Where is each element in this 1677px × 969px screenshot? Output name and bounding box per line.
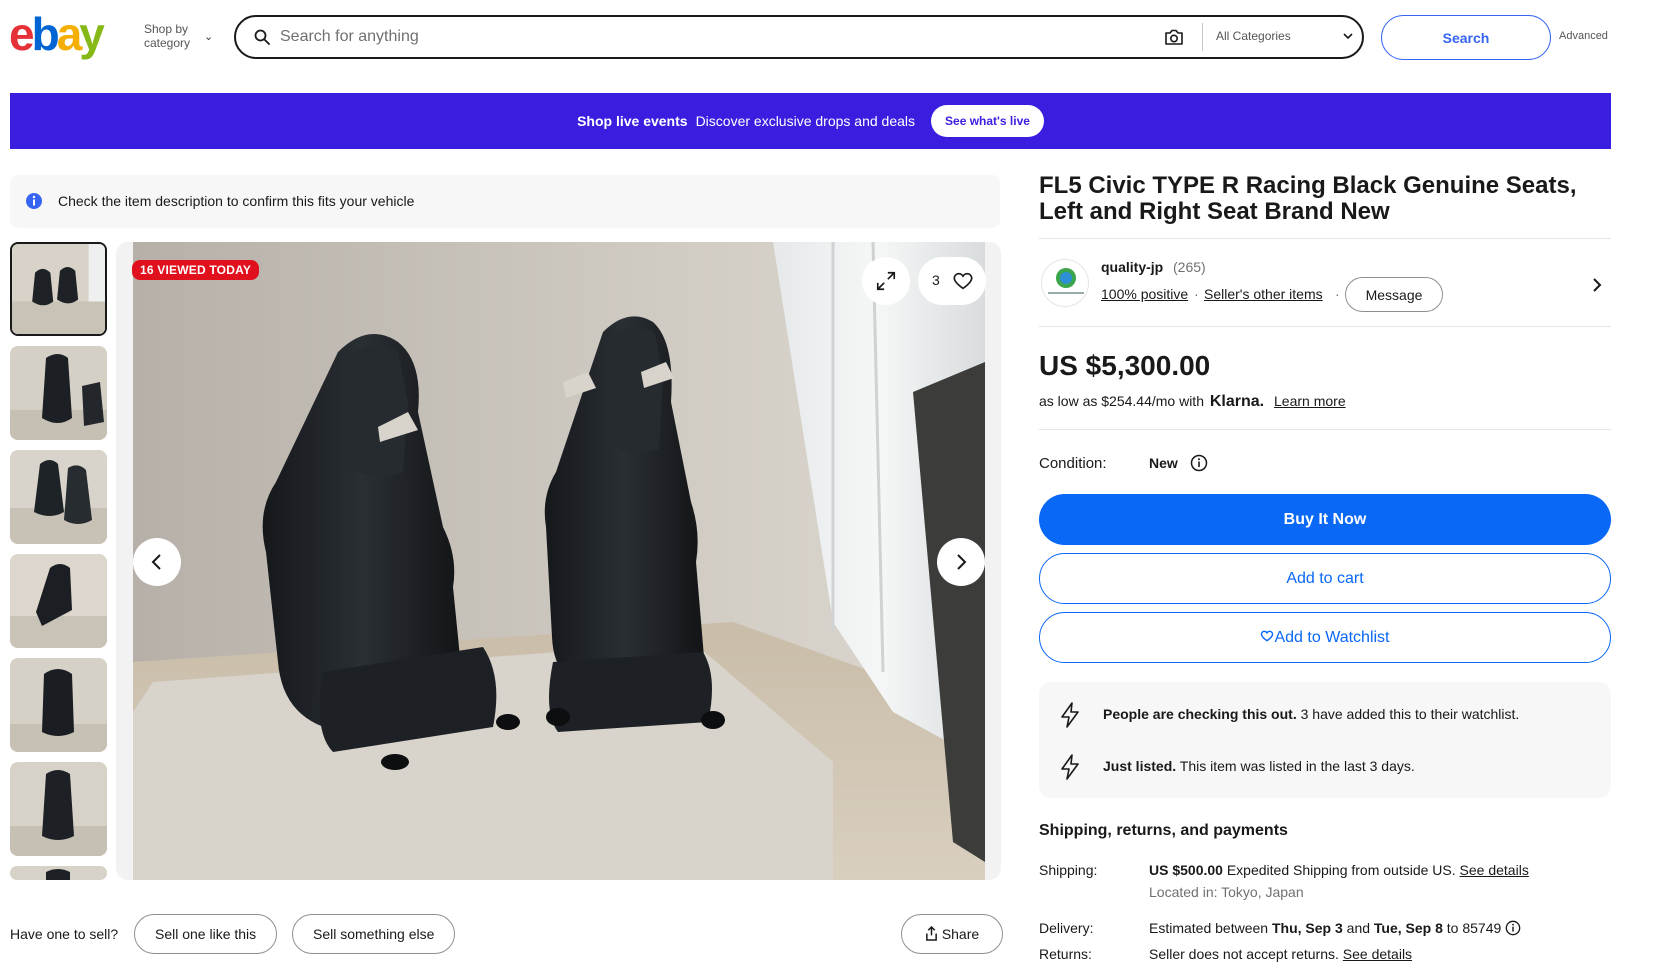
shipping-heading: Shipping, returns, and payments	[1039, 822, 1288, 839]
sell-something-else-button[interactable]: Sell something else	[292, 914, 456, 954]
category-divider	[1202, 23, 1203, 51]
search-input[interactable]	[280, 23, 1040, 51]
seat-photo	[133, 242, 985, 880]
signal-just-listed: Just listed. This item was listed in the…	[1103, 758, 1415, 774]
heart-icon	[953, 272, 973, 290]
shop-by-category-label: Shop by category	[144, 22, 191, 50]
seat-thumbnail-image	[10, 658, 107, 752]
condition-label: Condition:	[1039, 455, 1107, 472]
seat-thumbnail-image	[10, 762, 107, 856]
thumbnail-2[interactable]	[10, 346, 107, 440]
advanced-search-link[interactable]: Advanced	[1559, 30, 1608, 42]
seller-avatar[interactable]	[1041, 259, 1089, 307]
live-events-banner: Shop live events Discover exclusive drop…	[10, 93, 1611, 149]
klarna-learn-more-link[interactable]: Learn more	[1274, 393, 1346, 409]
returns-value: Seller does not accept returns. See deta…	[1149, 946, 1413, 962]
shipping-see-details-link[interactable]: See details	[1460, 862, 1529, 878]
separator-dot: ·	[1335, 286, 1340, 302]
next-image-button[interactable]	[937, 538, 985, 586]
search-icon	[254, 29, 270, 45]
share-button[interactable]: Share	[901, 914, 1003, 954]
info-icon[interactable]	[1505, 920, 1521, 936]
sellers-other-items-link[interactable]: Seller's other items	[1204, 286, 1323, 302]
seller-feedback-count: (265)	[1173, 259, 1206, 275]
klarna-prefix: as low as $254.44/mo with	[1039, 393, 1204, 409]
klarna-financing: as low as $254.44/mo with Klarna. Learn …	[1039, 393, 1346, 411]
add-to-cart-button[interactable]: Add to cart	[1039, 553, 1611, 604]
chevron-right-icon	[957, 554, 967, 570]
thumbnail-3[interactable]	[10, 450, 107, 544]
lightning-icon	[1061, 754, 1079, 780]
returns-label: Returns:	[1039, 946, 1092, 962]
camera-icon[interactable]	[1164, 28, 1184, 46]
item-title: FL5 Civic TYPE R Racing Black Genuine Se…	[1039, 172, 1577, 225]
seller-name[interactable]: quality-jp	[1101, 259, 1163, 275]
separator-dot: ·	[1194, 286, 1199, 302]
located-in: Located in: Tokyo, Japan	[1149, 884, 1304, 900]
divider	[1039, 326, 1611, 327]
seat-thumbnail-image	[12, 244, 105, 334]
info-icon	[26, 193, 42, 209]
thumbnail-6[interactable]	[10, 762, 107, 856]
previous-image-button[interactable]	[133, 538, 181, 586]
shipping-value: US $500.00 Expedited Shipping from outsi…	[1149, 862, 1529, 878]
thumbnail-5[interactable]	[10, 658, 107, 752]
thumbnail-4[interactable]	[10, 554, 107, 648]
search-button[interactable]: Search	[1381, 15, 1551, 60]
fitment-notice: Check the item description to confirm th…	[10, 175, 1000, 228]
chevron-left-icon	[151, 554, 161, 570]
banner-title: Shop live events	[577, 113, 688, 129]
shipping-label: Shipping:	[1039, 862, 1098, 878]
chevron-down-icon	[1343, 33, 1353, 40]
returns-see-details-link[interactable]: See details	[1343, 946, 1412, 962]
share-icon	[925, 925, 937, 941]
info-icon[interactable]	[1190, 454, 1208, 472]
delivery-label: Delivery:	[1039, 920, 1094, 936]
see-whats-live-button[interactable]: See what's live	[931, 105, 1044, 137]
thumbnail-7[interactable]	[10, 866, 107, 880]
add-to-watchlist-button[interactable]: Add to Watchlist	[1039, 612, 1611, 663]
expand-image-button[interactable]	[862, 257, 910, 305]
add-to-watchlist-label: Add to Watchlist	[1274, 628, 1390, 646]
shop-by-category-button[interactable]: Shop by category ⌄	[144, 22, 214, 50]
klarna-logo: Klarna.	[1209, 393, 1265, 410]
thumbnail-1[interactable]	[10, 242, 107, 336]
expand-icon	[876, 271, 896, 291]
sell-one-like-this-button[interactable]: Sell one like this	[134, 914, 278, 954]
item-price: US $5,300.00	[1039, 350, 1211, 381]
seat-thumbnail-image	[10, 554, 107, 648]
have-one-to-sell-label: Have one to sell?	[10, 926, 119, 942]
divider	[1039, 429, 1611, 430]
watch-count: 3	[932, 272, 940, 288]
divider	[1039, 238, 1611, 239]
share-label: Share	[941, 926, 980, 942]
seat-thumbnail-image	[10, 346, 107, 440]
message-seller-button[interactable]: Message	[1345, 277, 1443, 312]
chevron-right-icon[interactable]	[1590, 276, 1604, 294]
banner-text: Discover exclusive drops and deals	[695, 113, 916, 129]
urgency-signals: People are checking this out. 3 have add…	[1039, 682, 1611, 798]
seller-positive-link[interactable]: 100% positive	[1101, 286, 1188, 302]
ebay-logo[interactable]: ebay	[9, 8, 105, 60]
site-header: ebay Shop by category ⌄ All Categories S…	[0, 0, 1677, 72]
seat-thumbnail-image	[10, 450, 107, 544]
buy-it-now-button[interactable]: Buy It Now	[1039, 494, 1611, 545]
chevron-down-icon: ⌄	[204, 31, 214, 43]
main-image-viewer[interactable]: 16 VIEWED TODAY 3	[116, 242, 1001, 880]
signal-watchers: People are checking this out. 3 have add…	[1103, 706, 1520, 722]
fitment-notice-text: Check the item description to confirm th…	[58, 193, 415, 209]
watch-button[interactable]: 3	[918, 257, 986, 305]
delivery-value: Estimated between Thu, Sep 3 and Tue, Se…	[1149, 920, 1521, 936]
search-bar: All Categories	[234, 15, 1364, 59]
seat-thumbnail-image	[10, 866, 107, 880]
seller-logo-icon	[1046, 268, 1086, 298]
heart-icon	[1261, 630, 1274, 641]
viewed-today-badge: 16 VIEWED TODAY	[132, 260, 260, 280]
condition-value: New	[1149, 455, 1178, 471]
lightning-icon	[1061, 702, 1079, 728]
